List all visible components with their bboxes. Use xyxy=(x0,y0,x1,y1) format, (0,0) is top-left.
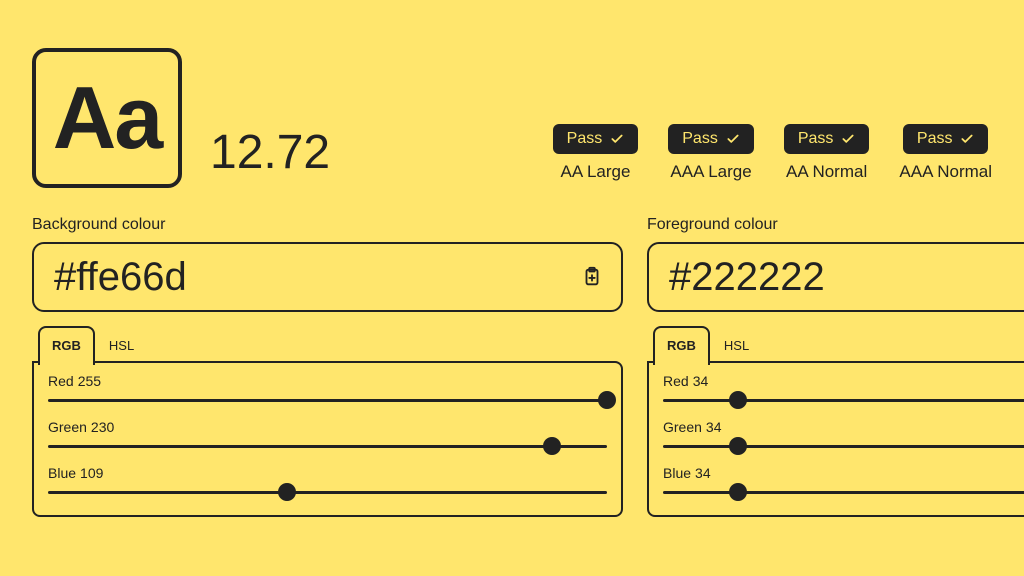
check-icon xyxy=(841,132,855,146)
slider-label: Red xyxy=(48,373,74,389)
foreground-hex-input[interactable] xyxy=(667,254,1024,301)
foreground-column: Foreground colour RGB HSL Red 34 Green 3… xyxy=(647,216,1024,517)
slider-label: Blue xyxy=(663,465,691,481)
badge-aa-normal: Pass xyxy=(784,124,870,154)
slider-value: 230 xyxy=(91,419,114,435)
contrast-ratio: 12.72 xyxy=(210,125,330,180)
background-hex-input[interactable] xyxy=(52,254,571,301)
foreground-sliders: Red 34 Green 34 Blue 34 xyxy=(647,361,1024,517)
badge-status: Pass xyxy=(682,130,718,148)
slider-label: Green xyxy=(663,419,702,435)
slider-red[interactable] xyxy=(48,391,607,409)
badge-label: AA Large xyxy=(560,162,630,182)
badge-aaa-normal: Pass xyxy=(903,124,989,154)
slider-label: Red xyxy=(663,373,689,389)
contrast-sample: Aa xyxy=(32,48,182,188)
slider-green[interactable] xyxy=(48,437,607,455)
background-label: Background colour xyxy=(32,216,623,234)
badge-label: AA Normal xyxy=(786,162,867,182)
check-icon xyxy=(726,132,740,146)
slider-blue[interactable] xyxy=(48,483,607,501)
slider-value: 34 xyxy=(693,373,709,389)
background-sliders: Red 255 Green 230 Blue 109 xyxy=(32,361,623,517)
slider-green[interactable] xyxy=(663,437,1024,455)
slider-label: Green xyxy=(48,419,87,435)
badge-status: Pass xyxy=(917,130,953,148)
slider-red[interactable] xyxy=(663,391,1024,409)
badge-aa-large: Pass xyxy=(553,124,639,154)
badge-status: Pass xyxy=(567,130,603,148)
tab-hsl[interactable]: HSL xyxy=(710,326,763,363)
tab-rgb[interactable]: RGB xyxy=(38,326,95,365)
slider-label: Blue xyxy=(48,465,76,481)
background-column: Background colour RGB HSL Red 255 Green … xyxy=(32,216,623,517)
badge-aaa-large: Pass xyxy=(668,124,754,154)
clipboard-icon[interactable] xyxy=(581,266,603,288)
badge-label: AAA Normal xyxy=(899,162,992,182)
slider-value: 255 xyxy=(78,373,101,389)
tab-hsl[interactable]: HSL xyxy=(95,326,148,363)
wcag-badges: Pass AA Large Pass AAA Large Pass AA Nor… xyxy=(553,124,992,182)
tab-rgb[interactable]: RGB xyxy=(653,326,710,365)
slider-value: 34 xyxy=(695,465,711,481)
foreground-label: Foreground colour xyxy=(647,216,1024,234)
check-icon xyxy=(610,132,624,146)
badge-label: AAA Large xyxy=(670,162,751,182)
slider-blue[interactable] xyxy=(663,483,1024,501)
slider-value: 34 xyxy=(706,419,722,435)
check-icon xyxy=(960,132,974,146)
badge-status: Pass xyxy=(798,130,834,148)
slider-value: 109 xyxy=(80,465,103,481)
